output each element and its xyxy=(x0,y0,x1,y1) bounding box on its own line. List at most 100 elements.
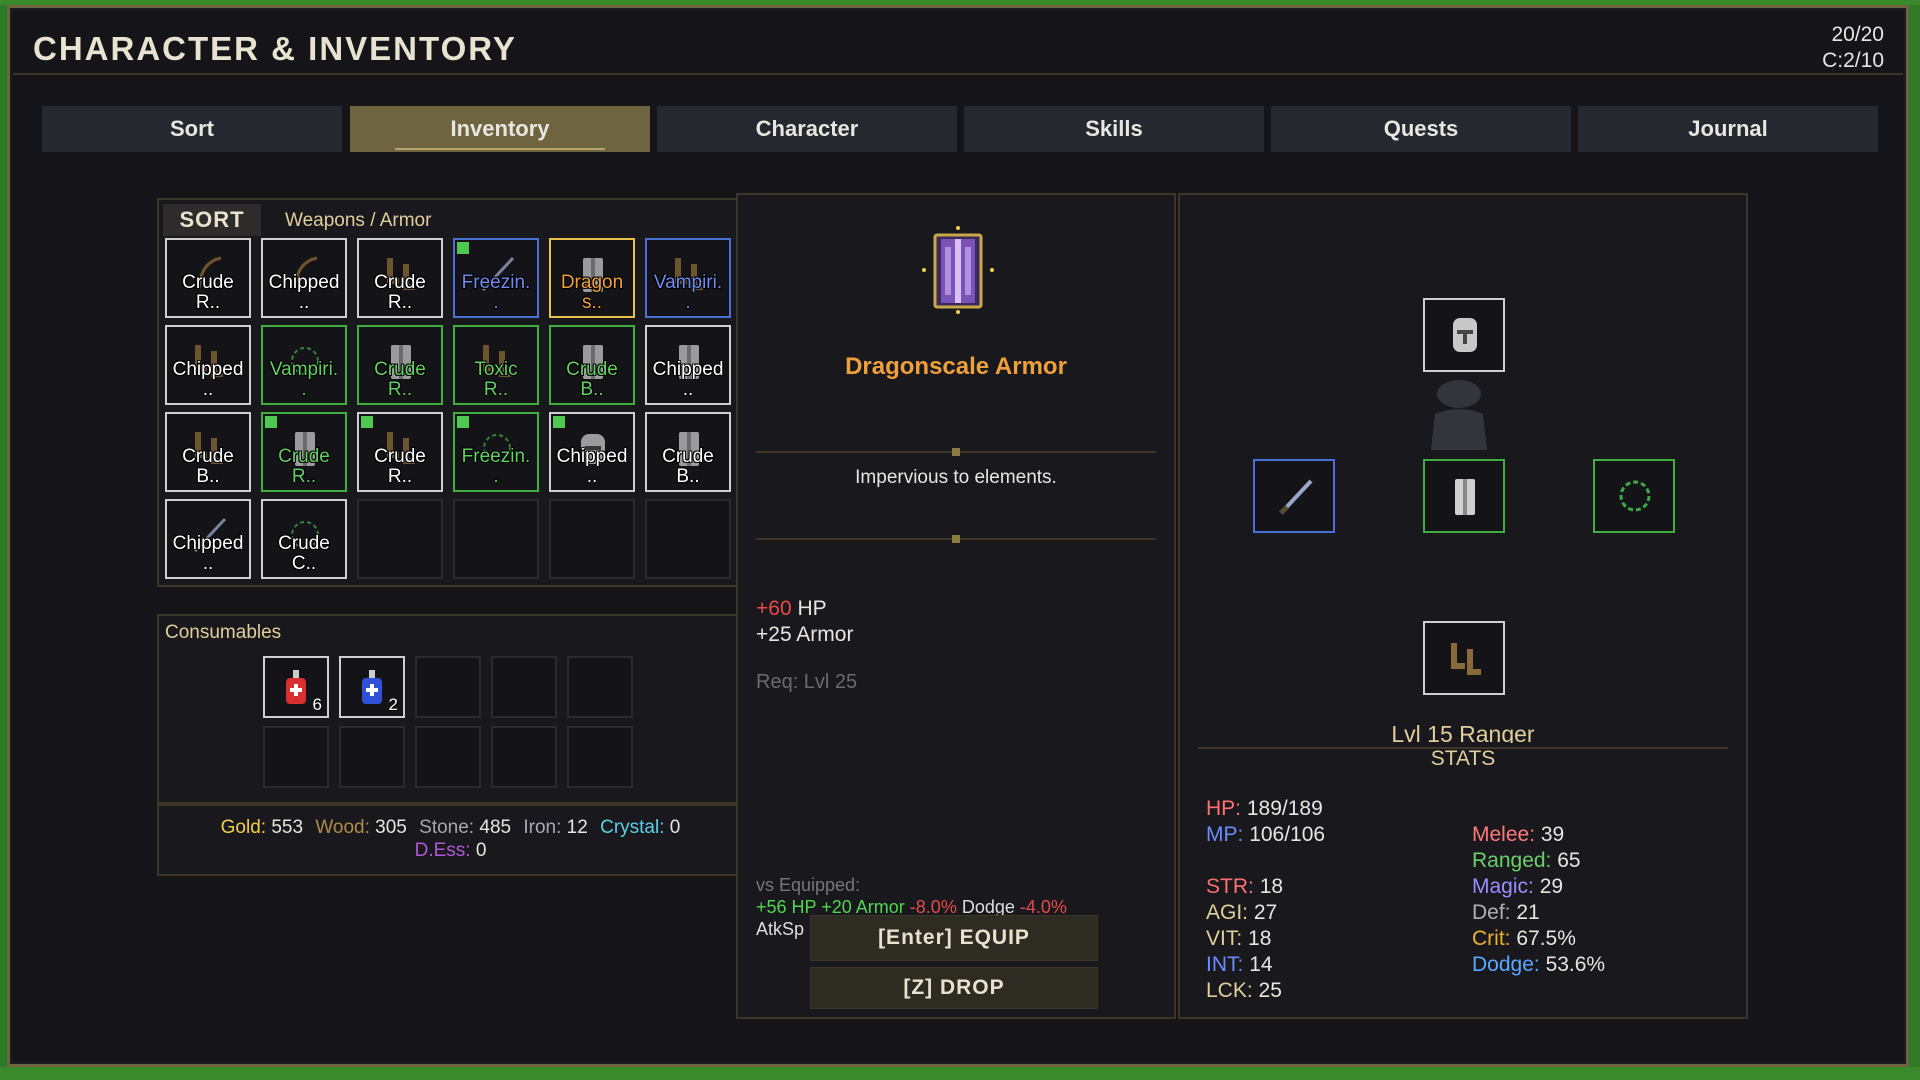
crystal-label: Crystal: xyxy=(600,817,665,838)
equip-button[interactable]: [Enter] EQUIP xyxy=(810,915,1098,961)
stat-melee-label: Melee: xyxy=(1472,823,1536,846)
consumable-slot-empty[interactable] xyxy=(491,656,557,718)
consumable-slot-empty[interactable] xyxy=(263,726,329,788)
item-name: Dragonscale Armor xyxy=(845,353,1067,380)
inventory-slot[interactable]: Crude R.. xyxy=(357,238,443,318)
stone-value: 485 xyxy=(479,817,512,838)
equip-slot-body[interactable] xyxy=(1423,459,1505,533)
tab-bar: Sort Inventory Character Skills Quests J… xyxy=(42,106,1882,156)
stat-vit-label: VIT: xyxy=(1206,927,1243,950)
inventory-slot[interactable]: Crude R.. xyxy=(357,412,443,492)
detail-divider-bottom xyxy=(756,535,1156,543)
helmet-icon xyxy=(1445,312,1485,358)
consumable-slot[interactable]: 6 xyxy=(263,656,329,718)
stat-def: Def: 21 xyxy=(1472,901,1540,925)
inventory-slot[interactable]: Chipped .. xyxy=(165,325,251,405)
vs-dodge-label: Dodge xyxy=(961,897,1015,917)
item-detail-panel: Dragonscale Armor Impervious to elements… xyxy=(736,193,1176,1019)
inventory-window: CHARACTER & INVENTORY 20/20 C:2/10 Sort … xyxy=(7,5,1909,1067)
inventory-slot[interactable]: Crude B.. xyxy=(645,412,731,492)
inventory-slot-label: Crude R.. xyxy=(374,446,426,487)
equip-slot-feet[interactable] xyxy=(1423,621,1505,695)
consumable-slot-empty[interactable] xyxy=(415,726,481,788)
inventory-slot[interactable]: Dragon s.. xyxy=(549,238,635,318)
slot-count: 20/20 xyxy=(1831,23,1884,46)
consumable-slot-empty[interactable] xyxy=(415,656,481,718)
inventory-slot-label: Freezin. . xyxy=(461,272,531,313)
inventory-slot-empty[interactable] xyxy=(357,499,443,579)
new-item-marker xyxy=(361,416,373,428)
stat-ranged-label: Ranged: xyxy=(1472,849,1552,872)
inventory-slot-label: Chipped .. xyxy=(556,446,628,487)
inventory-slot[interactable]: Chipped .. xyxy=(645,325,731,405)
new-item-marker xyxy=(457,416,469,428)
inventory-slot[interactable]: Vampiri. . xyxy=(645,238,731,318)
inventory-slot[interactable]: Crude R.. xyxy=(165,238,251,318)
inventory-slot[interactable]: Crude B.. xyxy=(549,325,635,405)
consumable-slot-empty[interactable] xyxy=(567,656,633,718)
tab-quests[interactable]: Quests xyxy=(1271,106,1571,152)
inventory-slot[interactable]: Freezin. . xyxy=(453,412,539,492)
armor-icon xyxy=(1445,473,1485,519)
stat-str-label: STR: xyxy=(1206,875,1254,898)
stat-mp-value: 106/106 xyxy=(1249,823,1326,846)
inventory-slot[interactable]: Chipped .. xyxy=(165,499,251,579)
item-requirement: Req: Lvl 25 xyxy=(756,671,858,693)
stat-dodge: Dodge: 53.6% xyxy=(1472,953,1605,977)
wood-label: Wood: xyxy=(315,817,370,838)
equip-slot-head[interactable] xyxy=(1423,298,1505,372)
inventory-slot[interactable]: Vampiri. . xyxy=(261,325,347,405)
stat-int-value: 14 xyxy=(1249,953,1273,976)
health-potion-icon xyxy=(278,666,314,710)
detail-divider-top xyxy=(756,448,1156,456)
tab-skills[interactable]: Skills xyxy=(964,106,1264,152)
inventory-slot[interactable]: Chipped .. xyxy=(549,412,635,492)
consumables-label: Consumables xyxy=(165,622,282,643)
consumable-count: 6 xyxy=(312,695,322,714)
inventory-slot[interactable]: Crude B.. xyxy=(165,412,251,492)
tab-character[interactable]: Character xyxy=(657,106,957,152)
inventory-slot-label: Freezin. . xyxy=(461,446,531,487)
stat-magic-value: 29 xyxy=(1539,875,1564,898)
inventory-slot[interactable]: Chipped .. xyxy=(261,238,347,318)
inventory-slot-empty[interactable] xyxy=(453,499,539,579)
dess-label: D.Ess: xyxy=(414,840,471,861)
tab-inventory[interactable]: Inventory xyxy=(350,106,650,152)
consumable-slot[interactable]: 2 xyxy=(339,656,405,718)
stat-def-label: Def: xyxy=(1472,901,1511,924)
sort-button[interactable]: SORT xyxy=(163,204,261,236)
inventory-slot-empty[interactable] xyxy=(549,499,635,579)
inventory-slot[interactable]: Crude R.. xyxy=(261,412,347,492)
inventory-slot[interactable]: Crude C.. xyxy=(261,499,347,579)
stat-agi-label: AGI: xyxy=(1206,901,1249,924)
inventory-slot[interactable]: Crude R.. xyxy=(357,325,443,405)
gold-label: Gold: xyxy=(220,817,267,838)
consumable-slot-empty[interactable] xyxy=(567,726,633,788)
stat-lck-value: 25 xyxy=(1258,979,1282,1002)
tab-journal[interactable]: Journal xyxy=(1578,106,1878,152)
vs-equipped-label: vs Equipped: xyxy=(756,875,861,895)
equip-slot-weapon[interactable] xyxy=(1253,459,1335,533)
inventory-slot-label: Chipped .. xyxy=(268,272,340,313)
stat-hp: HP: 189/189 xyxy=(1206,797,1323,821)
inventory-slot[interactable]: Freezin. . xyxy=(453,238,539,318)
inventory-slot-empty[interactable] xyxy=(645,499,731,579)
mana-potion-icon xyxy=(354,666,390,710)
consumable-slot-empty[interactable] xyxy=(339,726,405,788)
stat-vit-value: 18 xyxy=(1248,927,1272,950)
iron-label: Iron: xyxy=(523,817,562,838)
tab-sort[interactable]: Sort xyxy=(42,106,342,152)
vs-hp: +56 HP xyxy=(756,897,817,917)
inventory-slot[interactable]: Toxic R.. xyxy=(453,325,539,405)
vs-armor: +20 Armor xyxy=(821,897,905,917)
filter-label[interactable]: Weapons / Armor xyxy=(285,210,431,232)
stat-agi: AGI: 27 xyxy=(1206,901,1277,925)
equip-slot-accessory[interactable] xyxy=(1593,459,1675,533)
consumables-panel: Consumables 6 2 xyxy=(157,614,744,804)
drop-button[interactable]: [Z] DROP xyxy=(810,967,1098,1009)
new-item-marker xyxy=(553,416,565,428)
consumable-slot-empty[interactable] xyxy=(491,726,557,788)
item-bonus-armor: +25 Armor xyxy=(756,623,854,646)
stat-agi-value: 27 xyxy=(1253,901,1278,924)
stat-mp-label: MP: xyxy=(1206,823,1244,846)
